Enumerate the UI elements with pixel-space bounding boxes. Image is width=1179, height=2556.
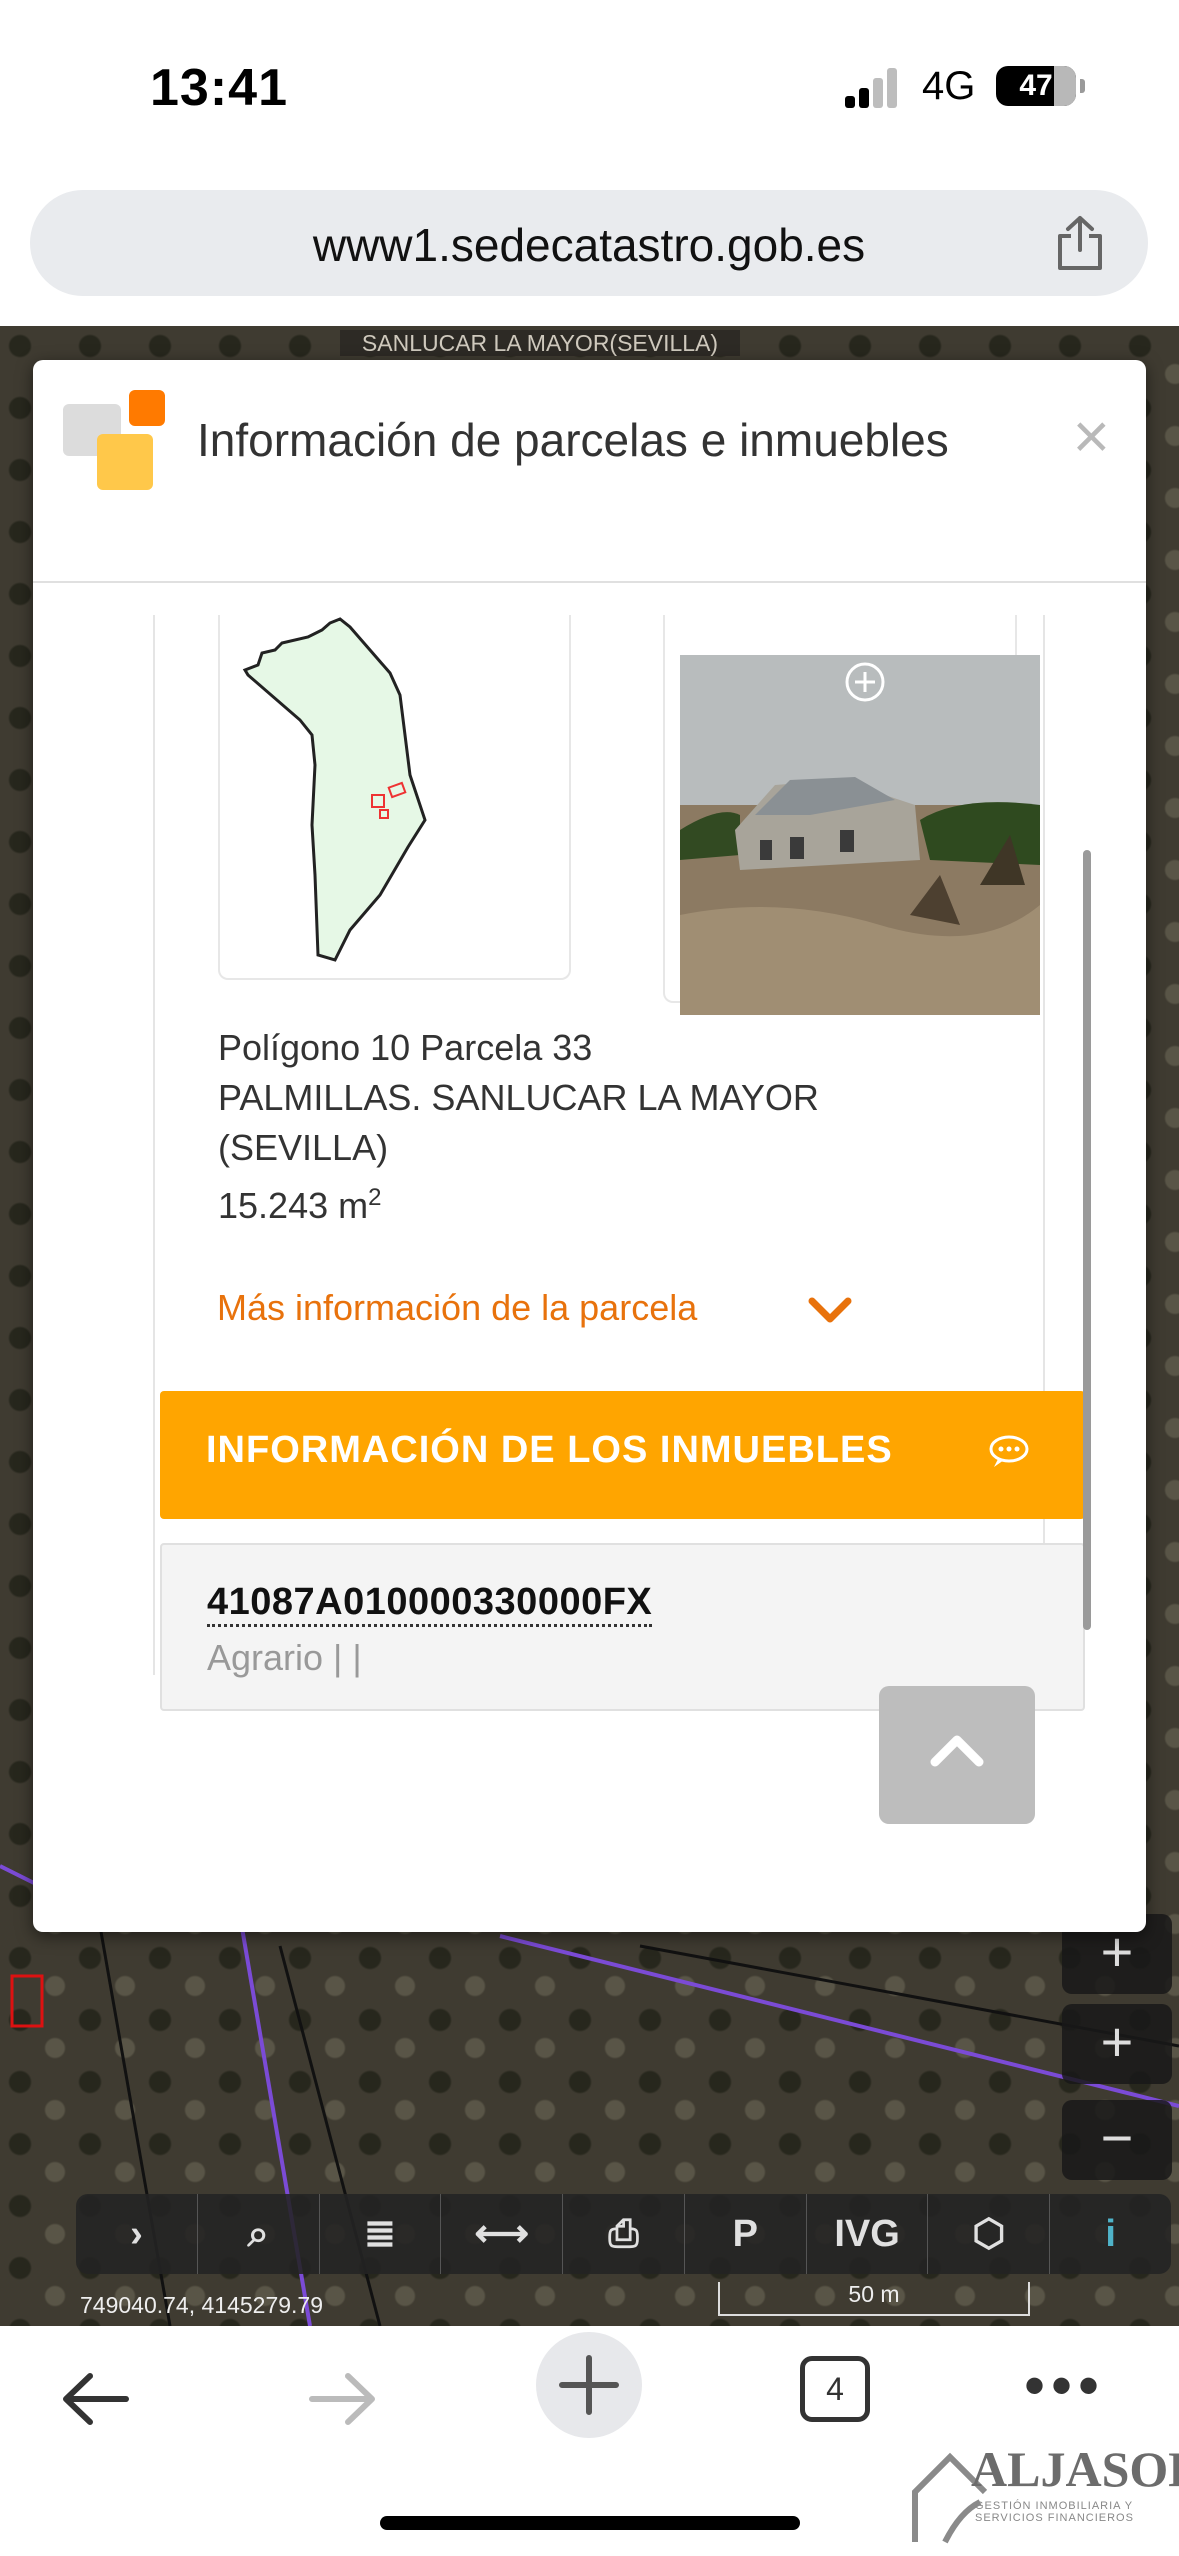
zoom-out-button[interactable]: − <box>1062 2100 1172 2180</box>
status-time: 13:41 <box>150 59 288 117</box>
close-button[interactable]: × <box>1073 404 1110 468</box>
facade-photo-card[interactable] <box>663 615 1040 1015</box>
parcel-map-thumbnail[interactable] <box>218 615 571 980</box>
aljasol-watermark: ALJASOL GESTIÓN INMOBILIARIA Y SERVICIOS… <box>905 2430 1179 2554</box>
info-button[interactable]: i <box>1050 2194 1171 2274</box>
dialog-header: Información de parcelas e inmuebles × <box>33 360 1146 583</box>
catastro-logo <box>63 390 165 492</box>
layers-button[interactable]: ≣ <box>320 2194 442 2274</box>
forward-arrow-icon[interactable] <box>302 2364 382 2434</box>
scale-label: 50 m <box>848 2281 900 2307</box>
battery-icon: 47 <box>996 66 1085 106</box>
parcel-location: PALMILLAS. SANLUCAR LA MAYOR <box>218 1077 819 1118</box>
screen: 13:41 4G 47 www1.sedecatastro.gob.es SAN… <box>0 0 1179 2556</box>
parcel-details: Polígono 10 Parcela 33 PALMILLAS. SANLUC… <box>218 1023 1018 1231</box>
share-icon[interactable] <box>1054 214 1106 272</box>
building-photo[interactable] <box>680 655 1040 1015</box>
plus-icon <box>559 2355 619 2415</box>
parcel-area: 15.243 m2 <box>218 1184 382 1226</box>
parcel-province: (SEVILLA) <box>218 1127 389 1168</box>
ivg-button[interactable]: IVG <box>807 2194 929 2274</box>
map-toolbar: › ⌕ ≣ ⟷ ⎙ P IVG ⬡ i <box>76 2194 1171 2274</box>
cadastral-reference-link[interactable]: 41087A010000330000FX <box>207 1581 653 1627</box>
dialog-title: Información de parcelas e inmuebles <box>197 414 949 466</box>
status-bar: 13:41 4G 47 <box>0 0 1179 175</box>
search-button[interactable]: ⌕ <box>198 2194 320 2274</box>
watermark-tagline: GESTIÓN INMOBILIARIA Y SERVICIOS FINANCI… <box>975 2500 1134 2524</box>
scroll-to-top-button[interactable] <box>879 1686 1035 1824</box>
parcel-shape-image <box>242 617 427 962</box>
chevron-down-icon[interactable] <box>808 1295 852 1325</box>
url-text[interactable]: www1.sedecatastro.gob.es <box>30 218 1148 272</box>
measure-button[interactable]: ⟷ <box>441 2194 564 2274</box>
watermark-brand: ALJASOL <box>971 2441 1179 2497</box>
3d-button[interactable]: ⬡ <box>928 2194 1051 2274</box>
print-button[interactable]: ⎙ <box>563 2194 685 2274</box>
network-type: 4G <box>922 64 976 108</box>
zoom-in-button-2[interactable]: + <box>1062 2004 1172 2084</box>
address-bar[interactable]: www1.sedecatastro.gob.es <box>30 190 1148 296</box>
back-arrow-icon[interactable] <box>56 2364 136 2434</box>
chevron-up-icon <box>930 1735 984 1767</box>
tabs-button[interactable]: 4 <box>800 2356 870 2422</box>
municipality-label: SANLUCAR LA MAYOR(SEVILLA) <box>340 330 740 356</box>
expand-toolbar-button[interactable]: › <box>76 2194 198 2274</box>
parcel-polygon: Polígono 10 Parcela 33 <box>218 1027 593 1068</box>
dialog-scrollbar[interactable] <box>1083 850 1091 1630</box>
more-parcel-info-link[interactable]: Más información de la parcela <box>217 1287 697 1329</box>
buildings-info-header[interactable]: INFORMACIÓN DE LOS INMUEBLES <box>160 1391 1085 1519</box>
property-use: Agrario | | <box>207 1637 362 1678</box>
buildings-info-title: INFORMACIÓN DE LOS INMUEBLES <box>206 1429 893 1471</box>
cellular-signal-icon <box>845 68 905 108</box>
new-tab-button[interactable] <box>536 2332 642 2438</box>
zoom-photo-icon[interactable] <box>844 661 886 703</box>
home-indicator <box>380 2516 800 2530</box>
more-menu-button[interactable]: ••• <box>1024 2356 1105 2416</box>
parcel-tool-button[interactable]: P <box>685 2194 807 2274</box>
map-coordinates: 749040.74, 4145279.79 <box>80 2292 324 2318</box>
parcel-info-dialog: Información de parcelas e inmuebles × Po… <box>33 360 1146 1932</box>
chat-bubble-icon <box>989 1435 1029 1467</box>
battery-level: 47 <box>1019 69 1053 102</box>
